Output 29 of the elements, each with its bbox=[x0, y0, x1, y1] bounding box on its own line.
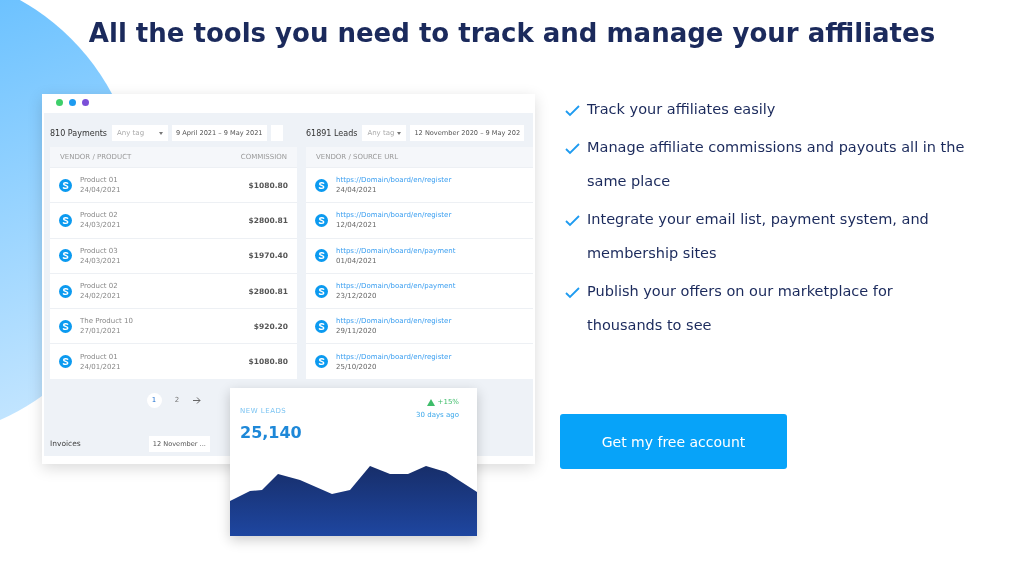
check-icon bbox=[565, 143, 580, 155]
feature-text: Track your affiliates easily bbox=[587, 100, 776, 119]
s-logo-icon bbox=[315, 355, 328, 369]
check-icon bbox=[565, 215, 580, 227]
s-logo-icon bbox=[59, 319, 72, 333]
s-logo-icon bbox=[59, 284, 72, 298]
s-logo-icon bbox=[315, 284, 328, 298]
triangle-up-icon bbox=[426, 398, 435, 406]
s-logo-icon bbox=[59, 213, 72, 227]
s-logo-icon bbox=[59, 178, 72, 192]
check-icon bbox=[565, 105, 580, 117]
feature-text: Publish your offers on our marketplace for thousands to see bbox=[587, 282, 894, 335]
s-logo-icon bbox=[315, 178, 328, 192]
s-logo-icon bbox=[315, 249, 328, 263]
check-icon bbox=[565, 287, 580, 299]
s-logo-icon bbox=[315, 213, 328, 227]
arrow-right-icon[interactable] bbox=[192, 396, 201, 404]
feature-text: Manage affiliate commissions and payouts all in the same place bbox=[587, 138, 966, 191]
page-heading: All the tools you need to track and manage your affiliates bbox=[87, 17, 937, 48]
s-logo-icon bbox=[315, 319, 328, 333]
caret-icon bbox=[397, 131, 402, 135]
caret-icon bbox=[159, 131, 163, 135]
feature-text: Integrate your email list, payment system, and membership sites bbox=[587, 210, 930, 263]
s-logo-icon bbox=[59, 249, 72, 263]
cta-button[interactable]: Get my free account bbox=[560, 414, 787, 469]
table-title: 61891 Leads bbox=[306, 128, 358, 138]
s-logo-icon bbox=[59, 355, 72, 369]
table-title: 810 Payments bbox=[50, 128, 107, 138]
leads-count: 25,140 bbox=[240, 423, 302, 442]
